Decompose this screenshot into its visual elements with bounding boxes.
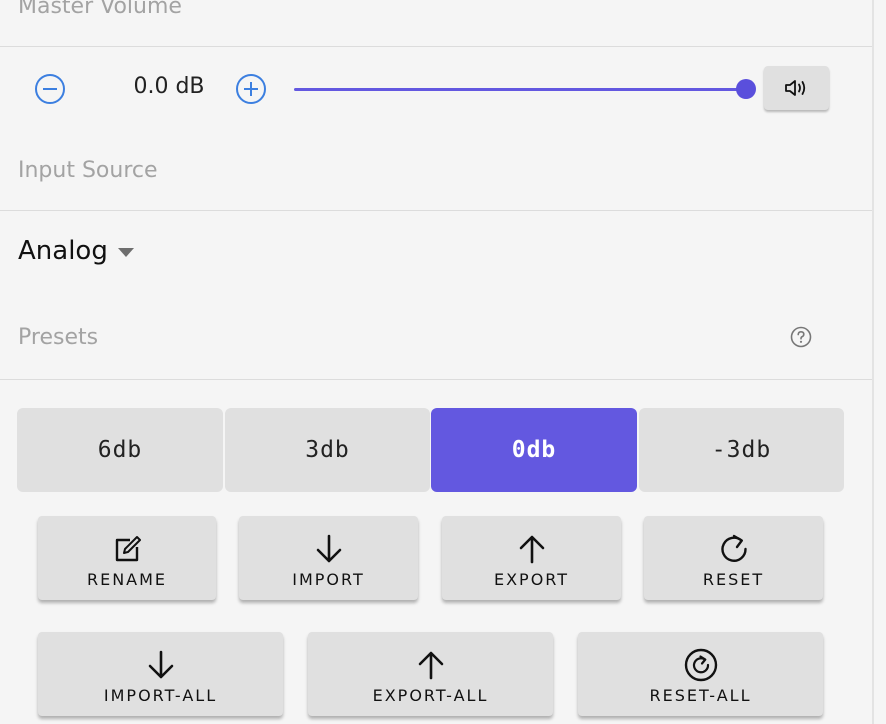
edit-icon [115, 536, 141, 562]
preset-minus-3db[interactable]: -3db [639, 408, 844, 492]
divider [0, 46, 872, 47]
export-all-label: EXPORT-ALL [372, 686, 489, 705]
reset-circle-icon [684, 648, 717, 682]
volume-increase-button[interactable] [236, 74, 266, 104]
help-circle-icon[interactable] [790, 326, 812, 348]
reset-label: RESET [702, 570, 765, 589]
slider-track [294, 88, 746, 91]
export-all-button[interactable]: EXPORT-ALL [308, 632, 553, 716]
import-all-label: IMPORT-ALL [103, 686, 218, 705]
caret-down-icon [117, 247, 134, 257]
volume-slider[interactable] [294, 78, 756, 100]
export-button[interactable]: EXPORT [442, 516, 621, 600]
import-button[interactable]: IMPORT [239, 516, 418, 600]
settings-panel: Master Volume 0.0 dB Input Source Analog… [0, 0, 872, 724]
arrow-up-icon [519, 535, 544, 564]
minus-circle-icon [43, 88, 57, 90]
master-volume-label: Master Volume [18, 0, 182, 19]
reset-button[interactable]: RESET [644, 516, 823, 600]
import-label: IMPORT [292, 570, 365, 589]
input-source-select[interactable]: Analog [18, 236, 134, 266]
preset-3db[interactable]: 3db [225, 408, 430, 492]
volume-value: 0.0 dB [133, 74, 205, 99]
refresh-icon [720, 534, 747, 562]
reset-all-button[interactable]: RESET-ALL [578, 632, 823, 716]
presets-label: Presets [18, 325, 99, 350]
preset-0db[interactable]: 0db [431, 408, 637, 492]
rename-label: RENAME [86, 570, 168, 589]
volume-decrease-button[interactable] [35, 74, 65, 104]
rename-button[interactable]: RENAME [38, 516, 216, 600]
arrow-down-icon [148, 650, 173, 679]
divider [0, 210, 872, 211]
input-source-value: Analog [18, 236, 108, 266]
mute-button[interactable] [764, 66, 829, 110]
slider-thumb[interactable] [736, 79, 756, 99]
input-source-label: Input Source [18, 158, 158, 183]
import-all-button[interactable]: IMPORT-ALL [38, 632, 283, 716]
arrow-up-icon [418, 651, 443, 680]
preset-6db[interactable]: 6db [17, 408, 223, 492]
arrow-down-icon [316, 534, 341, 563]
export-label: EXPORT [493, 570, 570, 589]
speaker-icon [784, 80, 805, 96]
divider [0, 379, 872, 380]
scrollbar[interactable] [872, 0, 886, 724]
reset-all-label: RESET-ALL [649, 686, 752, 705]
